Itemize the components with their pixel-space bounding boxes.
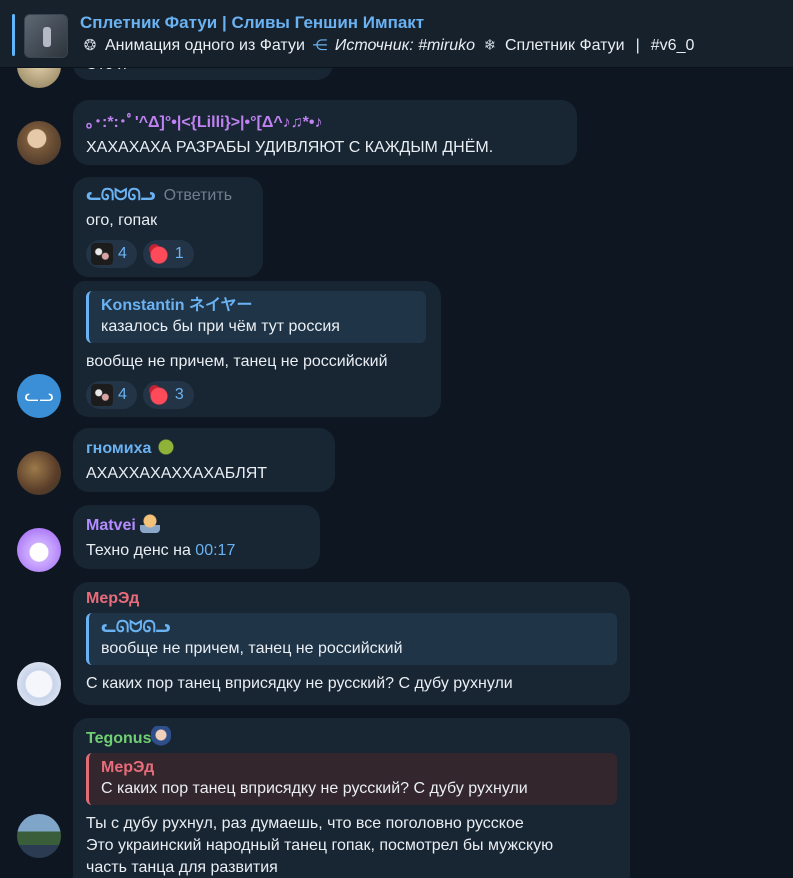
channel-title[interactable]: Сплетник Фатуи | Сливы Геншин Импакт (80, 13, 424, 33)
reply-button[interactable]: Ответить (164, 187, 232, 204)
sender-name[interactable]: ᓚᘏᗢᘏᓗ (86, 187, 156, 204)
share-icon: ⋲ (312, 37, 328, 54)
message-bubble[interactable]: Это я (73, 68, 333, 80)
message-text-line: часть танца для развития (86, 859, 278, 876)
source-label: Источник: #miruko (334, 37, 475, 54)
sender-name[interactable]: гномиха (86, 440, 151, 457)
reaction-count: 3 (174, 386, 184, 403)
message-bubble[interactable]: ᓚᘏᗢᘏᓗ Ответить ого, гопак 4 1 (73, 177, 263, 277)
message-bubble[interactable]: Konstantin ネイヤー казалось бы при чём тут … (73, 281, 441, 417)
message-bubble[interactable]: гномиха АХАХХАХАХХАХАБЛЯТ (73, 428, 335, 492)
message-text: С каких пор танец вприсядку не русский? … (86, 675, 513, 692)
message-text: Техно денс на 00:17 (86, 540, 307, 562)
reaction-heart[interactable]: 1 (142, 240, 194, 268)
message-text: вообще не причем, танец не российский (86, 353, 388, 370)
reply-quote[interactable]: МерЭд С каких пор танец вприсядку не рус… (86, 753, 617, 805)
reaction-cat[interactable]: 4 (86, 240, 137, 268)
avatar[interactable] (17, 528, 61, 572)
reaction-cat[interactable]: 4 (86, 381, 137, 409)
message-text: Это я (86, 68, 320, 76)
snowflake-icon: ❄ (483, 37, 497, 54)
cat-emoji-icon (91, 243, 113, 265)
reaction-count: 1 (174, 245, 184, 262)
message-bubble[interactable]: Tegonus МерЭд С каких пор танец вприсядк… (73, 718, 630, 878)
reply-quote[interactable]: Konstantin ネイヤー казалось бы при чём тут … (86, 291, 426, 343)
reactions: 4 1 (86, 240, 250, 268)
quote-text: казалось бы при чём тут россия (101, 318, 340, 335)
channel-header[interactable]: Сплетник Фатуи | Сливы Геншин Импакт ❂ А… (0, 0, 793, 68)
avatar[interactable]: ᓚᓗ (17, 374, 61, 418)
message-text-prefix: Техно денс на (86, 542, 196, 559)
sender-name[interactable]: Matvei (86, 517, 136, 534)
message-feed[interactable]: Это я ｡･:*:･ﾟ'^Δ]°•|<{Lilli}>|•°[Δ^♪♫*•♪… (0, 68, 793, 878)
avatar[interactable] (17, 121, 61, 165)
quote-sender: МерЭд (101, 759, 155, 776)
quote-sender: ᓚᘏᗢᘏᓗ (101, 619, 171, 636)
cat-emoji-icon (91, 384, 113, 406)
character-emoji-icon (151, 726, 172, 746)
message-text-line: Это украинский народный танец гопак, пос… (86, 837, 554, 854)
separator: | (635, 37, 640, 54)
message-text-line: Ты с дубу рухнул, раз думаешь, что все п… (86, 815, 524, 832)
message-bubble[interactable]: ｡･:*:･ﾟ'^Δ]°•|<{Lilli}>|•°[Δ^♪♫*•♪ ХАХАХ… (73, 100, 577, 165)
animation-label: Анимация одного из Фатуи (105, 37, 305, 54)
beetle-emoji-icon (155, 436, 176, 456)
timestamp-link[interactable]: 00:17 (195, 542, 235, 559)
message-bubble[interactable]: Matvei Техно денс на 00:17 (73, 505, 320, 569)
avatar[interactable] (17, 814, 61, 858)
avatar[interactable] (17, 68, 61, 88)
sender-name-row: ᓚᘏᗢᘏᓗ Ответить (86, 185, 250, 205)
reaction-count: 4 (118, 245, 127, 262)
message-text: ХАХАХАХА РАЗРАБЫ УДИВЛЯЮТ С КАЖДЫМ ДНЁМ. (86, 139, 494, 156)
version-label: #v6_0 (650, 37, 695, 54)
sender-name[interactable]: МерЭд (86, 590, 617, 608)
pinned-thumbnail[interactable] (24, 14, 68, 58)
message-bubble[interactable]: МерЭд ᓚᘏᗢᘏᓗ вообще не причем, танец не р… (73, 582, 630, 705)
sender-name[interactable]: ｡･:*:･ﾟ'^Δ]°•|<{Lilli}>|•°[Δ^♪♫*•♪ (86, 108, 564, 132)
quote-sender: Konstantin ネイヤー (101, 297, 253, 314)
quote-text: С каких пор танец вприсядку не русский? … (101, 780, 528, 797)
fatui-emblem-icon: ❂ (83, 37, 97, 54)
reaction-heart[interactable]: 3 (142, 381, 194, 409)
message-text: АХАХХАХАХХАХАБЛЯТ (86, 465, 268, 482)
sender-name-row: Matvei (86, 513, 307, 535)
reactions: 4 3 (86, 381, 428, 409)
pinned-message-preview[interactable]: ❂ Анимация одного из Фатуи ⋲ Источник: #… (80, 36, 695, 56)
avatar[interactable] (17, 451, 61, 495)
avatar-initials: ᓚᓗ (24, 386, 54, 405)
channel-label: Сплетник Фатуи (504, 37, 625, 54)
avatar[interactable] (17, 662, 61, 706)
hamster-laptop-emoji-icon (140, 513, 161, 533)
quote-text: вообще не причем, танец не российский (101, 640, 403, 657)
reaction-count: 4 (118, 386, 127, 403)
reply-quote[interactable]: ᓚᘏᗢᘏᓗ вообще не причем, танец не российс… (86, 613, 617, 665)
heart-emoji-icon (147, 243, 170, 265)
sender-name-row: Tegonus (86, 726, 617, 748)
pinned-accent-bar (12, 14, 15, 56)
heart-emoji-icon (147, 384, 170, 406)
sender-name[interactable]: Tegonus (86, 730, 151, 747)
message-text: ого, гопак (86, 212, 158, 229)
sender-name-row: гномиха (86, 436, 322, 458)
